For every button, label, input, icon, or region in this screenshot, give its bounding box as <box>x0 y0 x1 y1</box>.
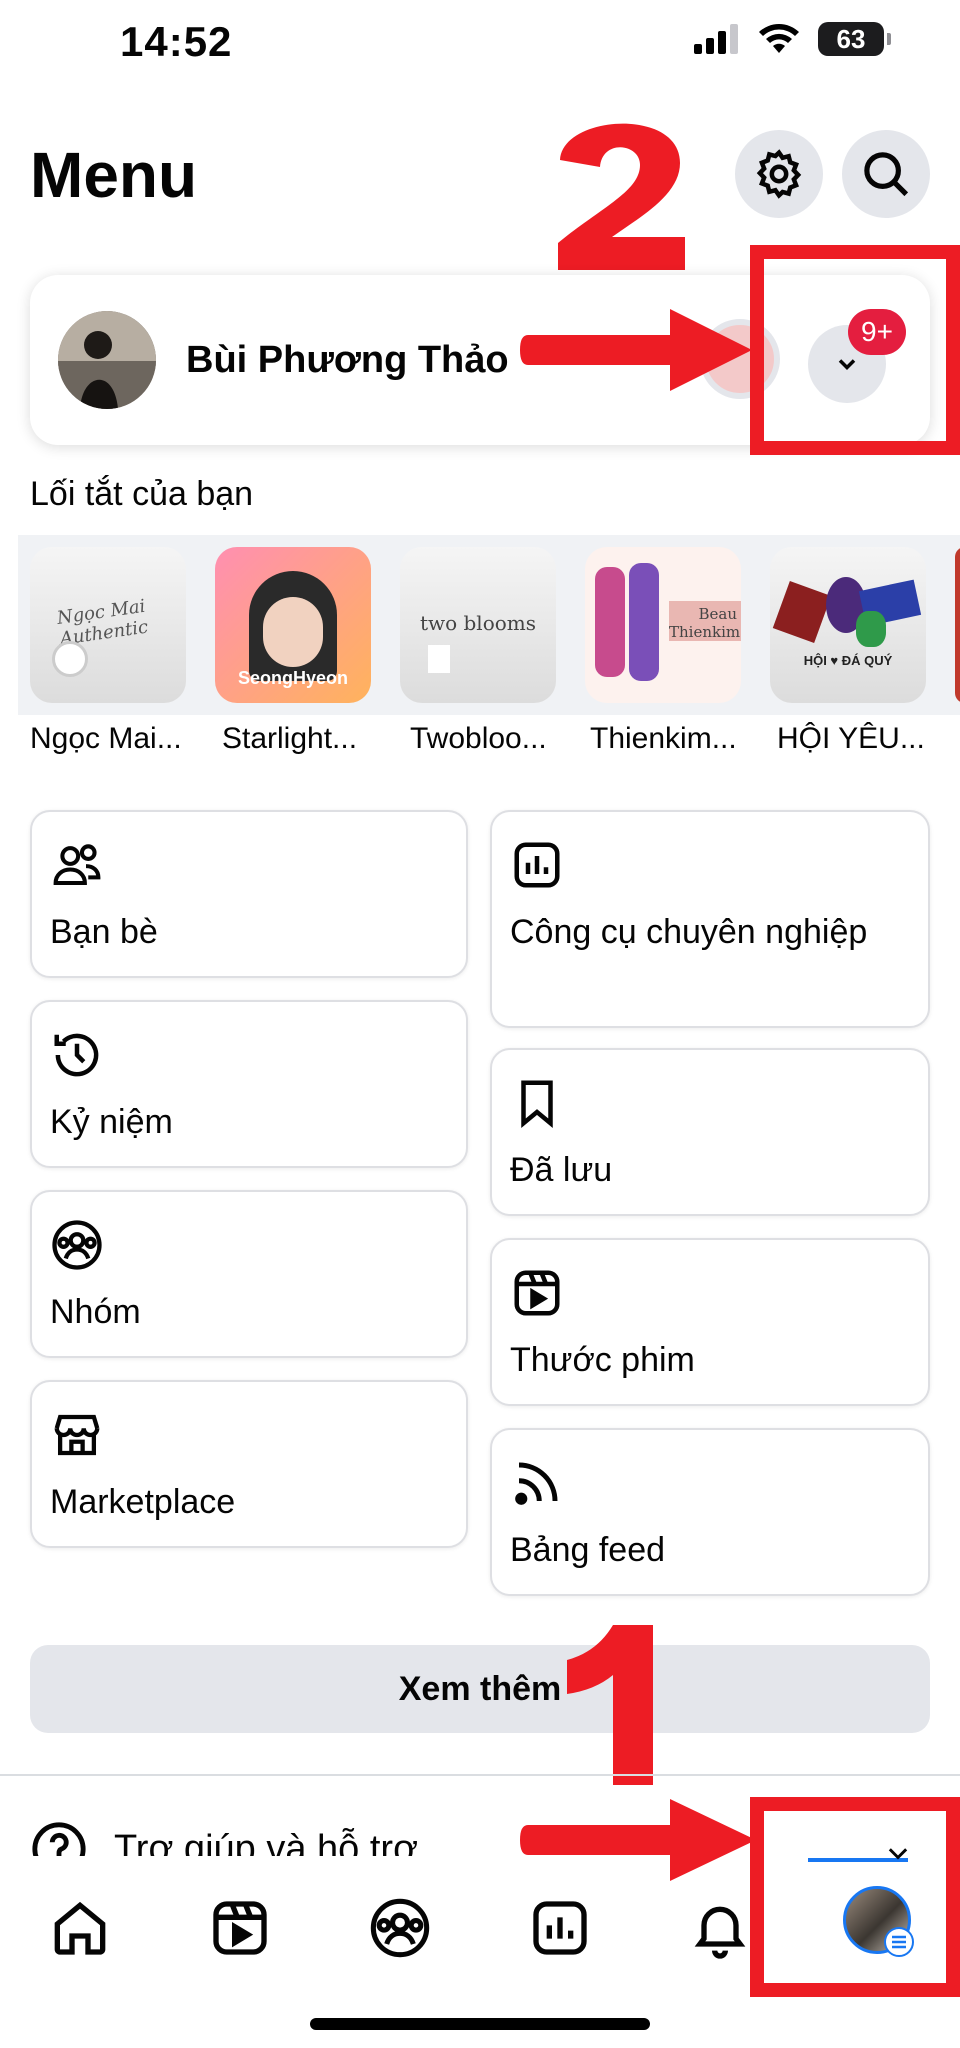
marketplace-store-icon <box>54 1414 100 1456</box>
bookmark-icon <box>521 1080 553 1129</box>
page-title: Menu <box>30 139 198 211</box>
menu-tile-saved[interactable]: Đã lưu <box>490 1048 930 1216</box>
bell-icon[interactable] <box>688 1896 752 1960</box>
annotation-box-2 <box>750 245 960 455</box>
groups-icon <box>52 1220 102 1270</box>
shortcut-label: Ngọc Mai... <box>30 722 182 755</box>
shortcuts-strip: Ngọc Mai Authentic SeongHyeon two blooms… <box>18 535 960 715</box>
signal-icon <box>694 24 738 54</box>
settings-button[interactable] <box>735 130 823 218</box>
menu-tile-groups[interactable]: Nhóm <box>30 1190 468 1358</box>
friends-icon <box>53 844 101 886</box>
search-icon <box>864 152 909 197</box>
professional-tools-chart-icon <box>514 842 560 888</box>
video-icon[interactable] <box>208 1896 272 1960</box>
flag-icon <box>428 645 450 673</box>
divider <box>0 1774 960 1776</box>
page-icon <box>52 641 88 677</box>
see-more-button[interactable]: Xem thêm <box>30 1645 930 1733</box>
shortcut-ngoc-mai[interactable]: Ngọc Mai Authentic <box>30 547 186 703</box>
battery-indicator: 63 <box>818 22 891 56</box>
search-button[interactable] <box>842 130 930 218</box>
status-icons: 63 <box>694 22 891 56</box>
home-icon[interactable] <box>48 1896 112 1960</box>
wifi-icon <box>759 24 799 53</box>
home-indicator <box>310 2018 650 2030</box>
annotation-box-1 <box>750 1797 960 1997</box>
annotation-arrow-2 <box>520 309 752 391</box>
shortcuts-title: Lối tắt của bạn <box>30 475 254 513</box>
menu-tile-feeds[interactable]: Bảng feed <box>490 1428 930 1596</box>
menu-tile-marketplace[interactable]: Marketplace <box>30 1380 468 1548</box>
dashboard-icon[interactable] <box>528 1896 592 1960</box>
reels-icon <box>514 1270 560 1316</box>
shortcut-twoblooms[interactable]: two blooms <box>400 547 556 703</box>
groups-icon[interactable] <box>368 1896 432 1960</box>
annotation-step-1 <box>567 1625 653 1785</box>
shortcut-thienkim[interactable]: Beau Thienkim <box>585 547 741 703</box>
menu-tile-friends[interactable]: Bạn bè <box>30 810 468 978</box>
memories-clock-icon <box>54 1033 99 1077</box>
shortcut-label: HỘI YÊU... <box>777 722 925 755</box>
shortcut-more[interactable] <box>955 547 960 703</box>
profile-avatar[interactable] <box>58 311 156 409</box>
shortcut-starlight[interactable]: SeongHyeon <box>215 547 371 703</box>
gear-icon <box>756 149 802 199</box>
shortcut-label: Thienkim... <box>590 722 737 755</box>
shortcut-label: Twobloo... <box>410 722 547 755</box>
annotation-step-2 <box>558 123 685 271</box>
status-time: 14:52 <box>120 18 233 65</box>
feed-rss-icon <box>515 1462 558 1505</box>
annotation-arrow-1 <box>520 1799 756 1881</box>
menu-tile-professional-tools[interactable]: Công cụ chuyên nghiệp <box>490 810 930 1028</box>
menu-tile-reels[interactable]: Thước phim <box>490 1238 930 1406</box>
profile-name: Bùi Phương Thảo <box>186 339 509 381</box>
shortcut-hoi-yeu-da-quy[interactable]: HỘI ♥ ĐÁ QUÝ <box>770 547 926 703</box>
shortcut-label: Starlight... <box>222 722 358 755</box>
menu-tile-memories[interactable]: Kỷ niệm <box>30 1000 468 1168</box>
